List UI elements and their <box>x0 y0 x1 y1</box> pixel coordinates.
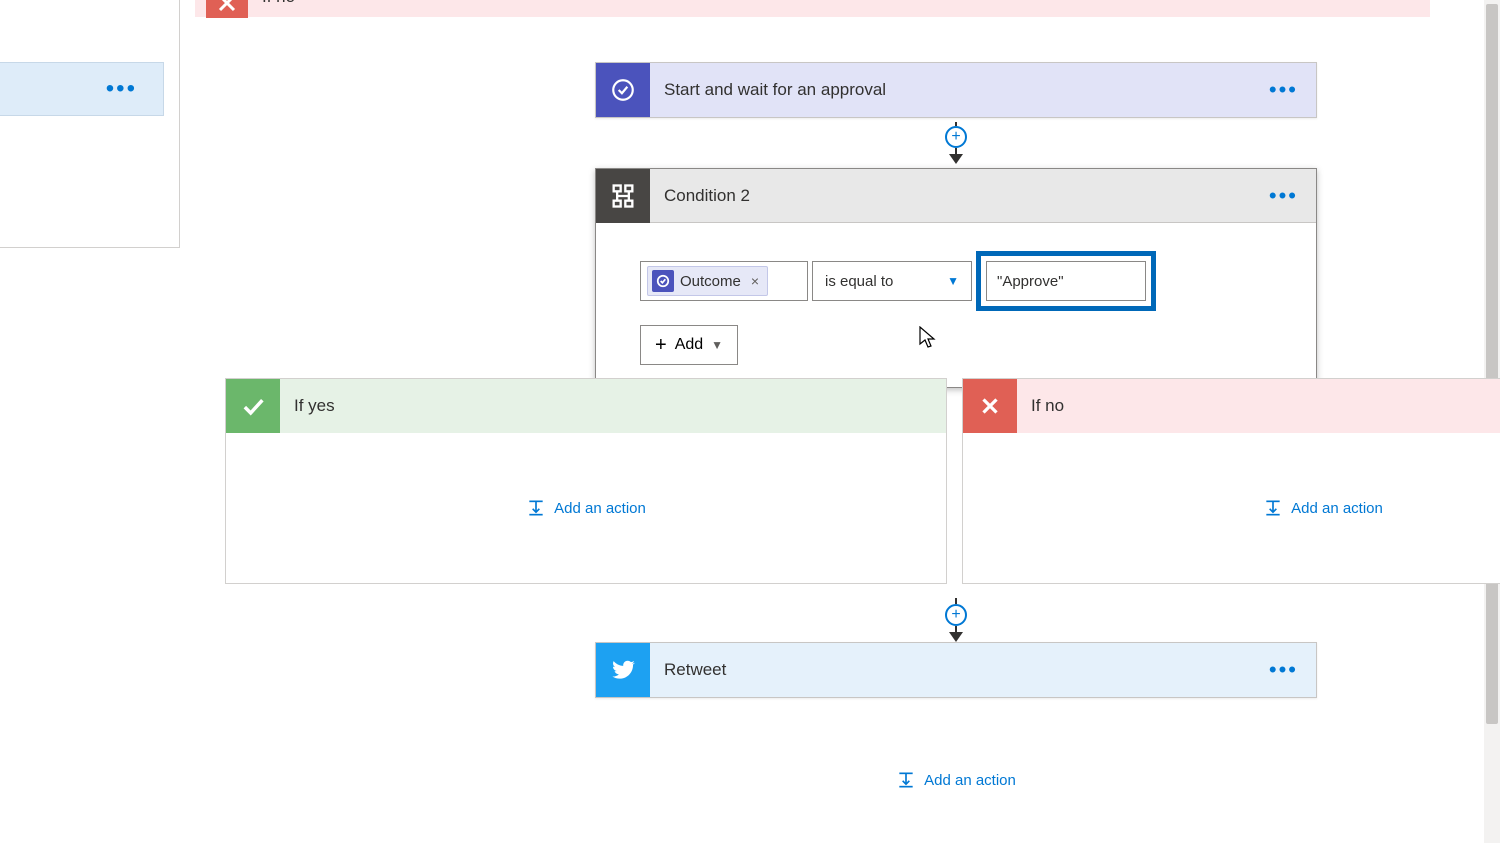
right-operand-value: "Approve" <box>997 273 1064 290</box>
if-yes-label: If yes <box>280 396 946 416</box>
add-action-label: Add an action <box>1291 500 1383 517</box>
operator-label: is equal to <box>825 273 893 290</box>
bottom-add-action-area: Add an action <box>595 770 1317 790</box>
more-icon[interactable]: ••• <box>1269 77 1316 103</box>
if-no-header[interactable]: If no <box>963 379 1500 433</box>
condition-step-card[interactable]: Condition 2 ••• Outcome × is equal to ▼ <box>595 168 1317 388</box>
chevron-down-icon: ▼ <box>947 274 959 288</box>
close-icon <box>963 379 1017 433</box>
add-action-icon <box>896 770 916 790</box>
add-action-link-no[interactable]: Add an action <box>1263 498 1383 518</box>
left-action-card[interactable]: ••• <box>0 62 164 116</box>
approval-icon <box>652 270 674 292</box>
token-label: Outcome <box>680 273 741 290</box>
arrow-down-icon <box>949 154 963 164</box>
if-yes-header[interactable]: If yes <box>226 379 946 433</box>
twitter-icon <box>596 643 650 697</box>
arrow-down-icon <box>949 632 963 642</box>
check-icon <box>226 379 280 433</box>
if-no-branch: If no Add an action <box>962 378 1500 584</box>
condition-left-operand[interactable]: Outcome × <box>640 261 808 301</box>
if-no-label: If no <box>1017 396 1500 416</box>
add-action-icon <box>526 498 546 518</box>
top-if-no-label: If no <box>262 0 295 7</box>
add-condition-row-button[interactable]: + Add ▼ <box>640 325 738 365</box>
scrollbar-thumb[interactable] <box>1486 4 1498 724</box>
condition-operator-select[interactable]: is equal to ▼ <box>812 261 972 301</box>
top-if-no-bar <box>195 0 1430 17</box>
condition-body: Outcome × is equal to ▼ "Approve" + Add <box>596 223 1316 387</box>
add-action-label: Add an action <box>924 772 1016 789</box>
insert-step-connector[interactable]: + <box>945 122 967 164</box>
condition-right-operand-input[interactable]: "Approve" <box>986 261 1146 301</box>
condition-icon <box>596 169 650 223</box>
add-action-link-bottom[interactable]: Add an action <box>896 770 1016 790</box>
more-icon[interactable]: ••• <box>1269 657 1316 683</box>
add-action-label: Add an action <box>554 500 646 517</box>
approval-step-card[interactable]: Start and wait for an approval ••• <box>595 62 1317 118</box>
plus-icon[interactable]: + <box>945 604 967 626</box>
add-button-label: Add <box>675 336 703 354</box>
condition-title: Condition 2 <box>650 186 1269 206</box>
approval-title: Start and wait for an approval <box>650 80 1269 100</box>
chevron-down-icon: ▼ <box>711 338 723 352</box>
remove-token-icon[interactable]: × <box>751 273 759 289</box>
if-yes-branch: If yes Add an action <box>225 378 947 584</box>
flow-canvas: Start and wait for an approval ••• + Con… <box>197 20 1430 843</box>
add-action-icon <box>1263 498 1283 518</box>
left-panel-fragment <box>0 0 180 248</box>
add-action-link-yes[interactable]: Add an action <box>526 498 646 518</box>
condition-right-operand-highlight: "Approve" <box>976 251 1156 311</box>
plus-icon[interactable]: + <box>945 126 967 148</box>
more-icon[interactable]: ••• <box>1269 183 1316 209</box>
retweet-title: Retweet <box>650 660 1269 680</box>
retweet-step-card[interactable]: Retweet ••• <box>595 642 1317 698</box>
insert-step-connector[interactable]: + <box>945 598 967 642</box>
approval-icon <box>596 63 650 117</box>
dynamic-token-outcome[interactable]: Outcome × <box>647 266 768 296</box>
close-icon <box>206 0 248 18</box>
